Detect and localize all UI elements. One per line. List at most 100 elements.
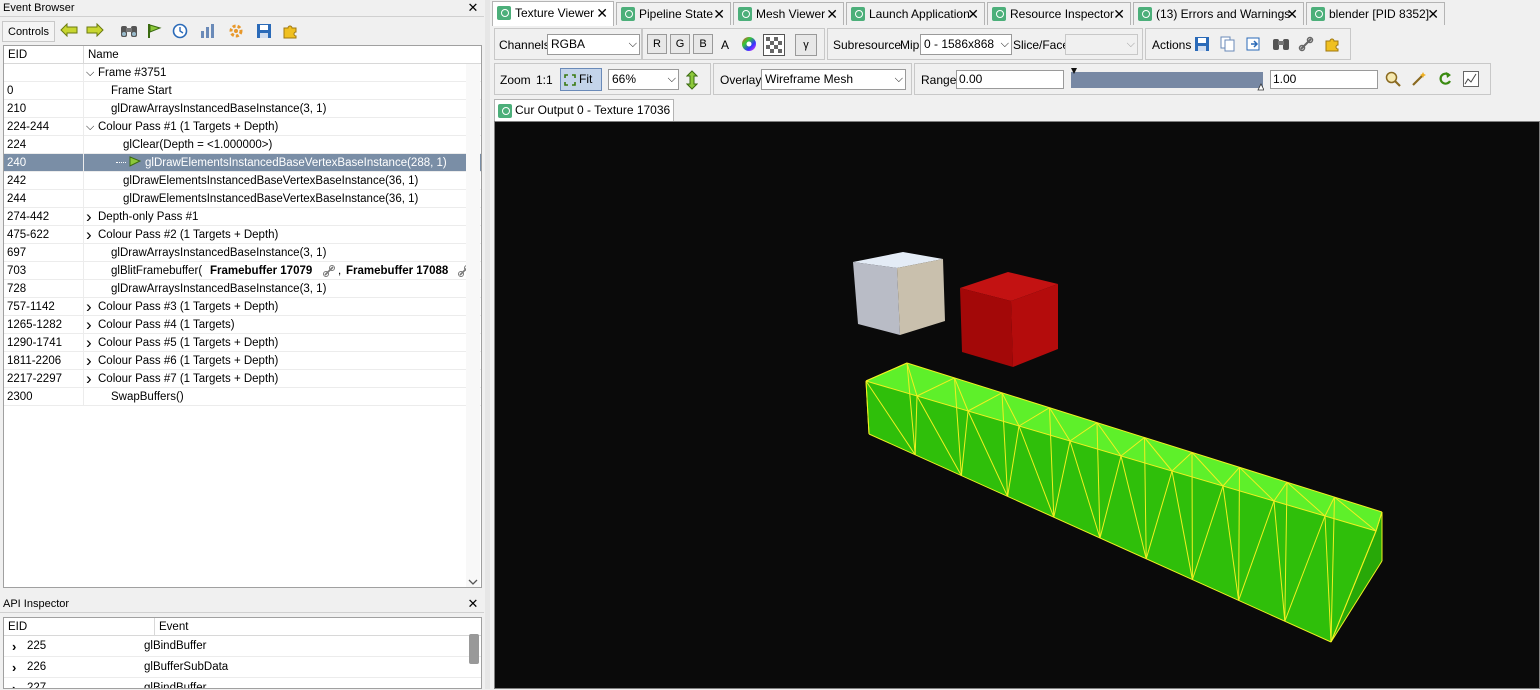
api-row[interactable]: ›226glBufferSubData bbox=[4, 657, 481, 678]
close-icon[interactable]: ✕ bbox=[713, 3, 725, 25]
chevron-right-icon[interactable]: › bbox=[12, 657, 16, 678]
copy-icon[interactable] bbox=[1220, 36, 1236, 52]
auto-fit-wand-icon[interactable] bbox=[1411, 71, 1427, 87]
event-row[interactable]: 1811-2206›Colour Pass #6 (1 Targets + De… bbox=[4, 352, 481, 370]
close-icon[interactable]: ✕ bbox=[467, 596, 479, 612]
event-row[interactable]: 703glBlitFramebuffer(Framebuffer 17079,F… bbox=[4, 262, 481, 280]
name-column-header[interactable]: Name bbox=[84, 46, 119, 64]
texture-output-tab[interactable]: Cur Output 0 - Texture 17036 bbox=[494, 99, 674, 121]
range-histogram-slider[interactable] bbox=[1071, 66, 1264, 91]
event-row[interactable]: 224glClear(Depth = <1.000000>) bbox=[4, 136, 481, 154]
zoom-1to1-button[interactable]: 1:1 bbox=[536, 71, 553, 89]
timer-clock-icon[interactable] bbox=[172, 23, 190, 41]
link-icon[interactable] bbox=[1298, 36, 1314, 52]
histogram-icon[interactable] bbox=[1463, 71, 1479, 87]
red-channel-toggle[interactable]: R bbox=[647, 34, 667, 54]
gamma-toggle[interactable]: γ bbox=[795, 34, 817, 56]
api-event-column-header[interactable]: Event bbox=[155, 618, 188, 636]
event-row[interactable]: 210glDrawArraysInstancedBaseInstance(3, … bbox=[4, 100, 481, 118]
close-icon[interactable]: ✕ bbox=[1286, 3, 1298, 25]
tab-resource-inspector[interactable]: Resource Inspector✕ bbox=[987, 2, 1131, 25]
close-icon[interactable]: ✕ bbox=[467, 0, 479, 16]
fit-button[interactable]: Fit bbox=[560, 68, 602, 91]
checkerboard-toggle[interactable] bbox=[763, 34, 785, 56]
event-row[interactable]: 1265-1282›Colour Pass #4 (1 Targets) bbox=[4, 316, 481, 334]
api-eid-column-header[interactable]: EID bbox=[4, 618, 27, 636]
panel-splitter[interactable] bbox=[485, 0, 490, 689]
link-icon[interactable] bbox=[322, 264, 336, 278]
tab-blender-pid-8352[interactable]: blender [PID 8352]✕ bbox=[1306, 2, 1445, 25]
event-tree-scrollbar[interactable] bbox=[466, 64, 480, 587]
chevron-right-icon[interactable]: › bbox=[86, 334, 92, 351]
event-row[interactable]: 240glDrawElementsInstancedBaseVertexBase… bbox=[4, 154, 481, 172]
close-icon[interactable]: ✕ bbox=[1113, 3, 1125, 25]
tab-texture-viewer[interactable]: Texture Viewer✕ bbox=[492, 1, 614, 26]
find-binoculars-icon[interactable] bbox=[120, 23, 138, 41]
mip-select[interactable]: 0 - 1586x868⌵ bbox=[920, 34, 1012, 55]
event-row[interactable]: 2217-2297›Colour Pass #7 (1 Targets + De… bbox=[4, 370, 481, 388]
chevron-down-icon[interactable]: ⌵ bbox=[86, 118, 94, 136]
tab-pipeline-state[interactable]: Pipeline State✕ bbox=[616, 2, 731, 25]
api-scrollbar-thumb[interactable] bbox=[469, 634, 479, 664]
blit-source-link[interactable]: Framebuffer 17079 bbox=[210, 262, 312, 280]
blue-channel-toggle[interactable]: B bbox=[693, 34, 713, 54]
range-max-input[interactable]: 1.00 bbox=[1270, 70, 1378, 89]
save-icon[interactable] bbox=[256, 23, 274, 41]
close-icon[interactable]: ✕ bbox=[1427, 3, 1439, 25]
event-row[interactable]: 728glDrawArraysInstancedBaseInstance(3, … bbox=[4, 280, 481, 298]
event-row[interactable]: 757-1142›Colour Pass #3 (1 Targets + Dep… bbox=[4, 298, 481, 316]
texture-viewport[interactable] bbox=[494, 121, 1540, 689]
reset-range-icon[interactable] bbox=[1437, 71, 1453, 87]
zoom-range-magnifier-icon[interactable] bbox=[1385, 71, 1401, 87]
event-row[interactable]: 244glDrawElementsInstancedBaseVertexBase… bbox=[4, 190, 481, 208]
green-channel-toggle[interactable]: G bbox=[670, 34, 690, 54]
bookmark-flag-icon[interactable] bbox=[146, 23, 164, 41]
statistics-icon[interactable] bbox=[200, 23, 218, 41]
zoom-select[interactable]: 66%⌵ bbox=[608, 69, 679, 90]
event-row[interactable]: 242glDrawElementsInstancedBaseVertexBase… bbox=[4, 172, 481, 190]
tab-mesh-viewer[interactable]: Mesh Viewer✕ bbox=[733, 2, 844, 25]
event-row[interactable]: 0Frame Start bbox=[4, 82, 481, 100]
chevron-right-icon[interactable]: › bbox=[12, 636, 16, 657]
open-in-viewer-icon[interactable] bbox=[1246, 36, 1262, 52]
forward-arrow-icon[interactable] bbox=[86, 23, 104, 41]
close-icon[interactable]: ✕ bbox=[826, 3, 838, 25]
chevron-right-icon[interactable]: › bbox=[86, 352, 92, 369]
save-texture-icon[interactable] bbox=[1194, 36, 1210, 52]
event-row[interactable]: ⌵Frame #3751 bbox=[4, 64, 481, 82]
eid-column-header[interactable]: EID bbox=[4, 46, 27, 64]
alpha-channel-toggle[interactable]: A bbox=[721, 36, 729, 54]
range-min-input[interactable]: 0.00 bbox=[956, 70, 1064, 89]
tab-launch-application[interactable]: Launch Application✕ bbox=[846, 2, 985, 25]
color-wheel-icon[interactable] bbox=[741, 36, 757, 52]
event-row[interactable]: 697glDrawArraysInstancedBaseInstance(3, … bbox=[4, 244, 481, 262]
blit-dest-link[interactable]: Framebuffer 17088 bbox=[346, 262, 448, 280]
chevron-right-icon[interactable]: › bbox=[86, 370, 92, 387]
chevron-right-icon[interactable]: › bbox=[86, 208, 92, 225]
overlay-select[interactable]: Wireframe Mesh⌵ bbox=[761, 69, 906, 90]
api-row[interactable]: ›227glBindBuffer bbox=[4, 678, 481, 689]
api-row[interactable]: ›225glBindBuffer bbox=[4, 636, 481, 657]
chevron-down-icon[interactable]: ⌵ bbox=[86, 64, 94, 82]
extension-puzzle-icon[interactable] bbox=[282, 23, 300, 41]
controls-button[interactable]: Controls bbox=[2, 21, 55, 42]
chevron-right-icon[interactable]: › bbox=[12, 678, 16, 689]
find-binoculars-icon[interactable] bbox=[1272, 36, 1290, 52]
event-row[interactable]: 1290-1741›Colour Pass #5 (1 Targets + De… bbox=[4, 334, 481, 352]
chevron-right-icon[interactable]: › bbox=[86, 316, 92, 333]
flip-vertical-icon[interactable] bbox=[686, 70, 698, 90]
slice-face-select[interactable]: ⌵ bbox=[1065, 34, 1138, 55]
event-row[interactable]: 2300SwapBuffers() bbox=[4, 388, 481, 406]
event-row[interactable]: 274-442›Depth-only Pass #1 bbox=[4, 208, 481, 226]
channels-select[interactable]: RGBA⌵ bbox=[547, 34, 640, 55]
close-icon[interactable]: ✕ bbox=[596, 2, 608, 24]
chevron-right-icon[interactable]: › bbox=[86, 226, 92, 243]
close-icon[interactable]: ✕ bbox=[967, 3, 979, 25]
tab-13-errors-and-warnings[interactable]: (13) Errors and Warnings✕ bbox=[1133, 2, 1304, 25]
chevron-right-icon[interactable]: › bbox=[86, 298, 92, 315]
back-arrow-icon[interactable] bbox=[60, 23, 78, 41]
event-row[interactable]: 475-622›Colour Pass #2 (1 Targets + Dept… bbox=[4, 226, 481, 244]
event-row[interactable]: 224-244⌵Colour Pass #1 (1 Targets + Dept… bbox=[4, 118, 481, 136]
resource-gear-icon[interactable] bbox=[228, 23, 246, 41]
extension-puzzle-icon[interactable] bbox=[1324, 36, 1340, 52]
